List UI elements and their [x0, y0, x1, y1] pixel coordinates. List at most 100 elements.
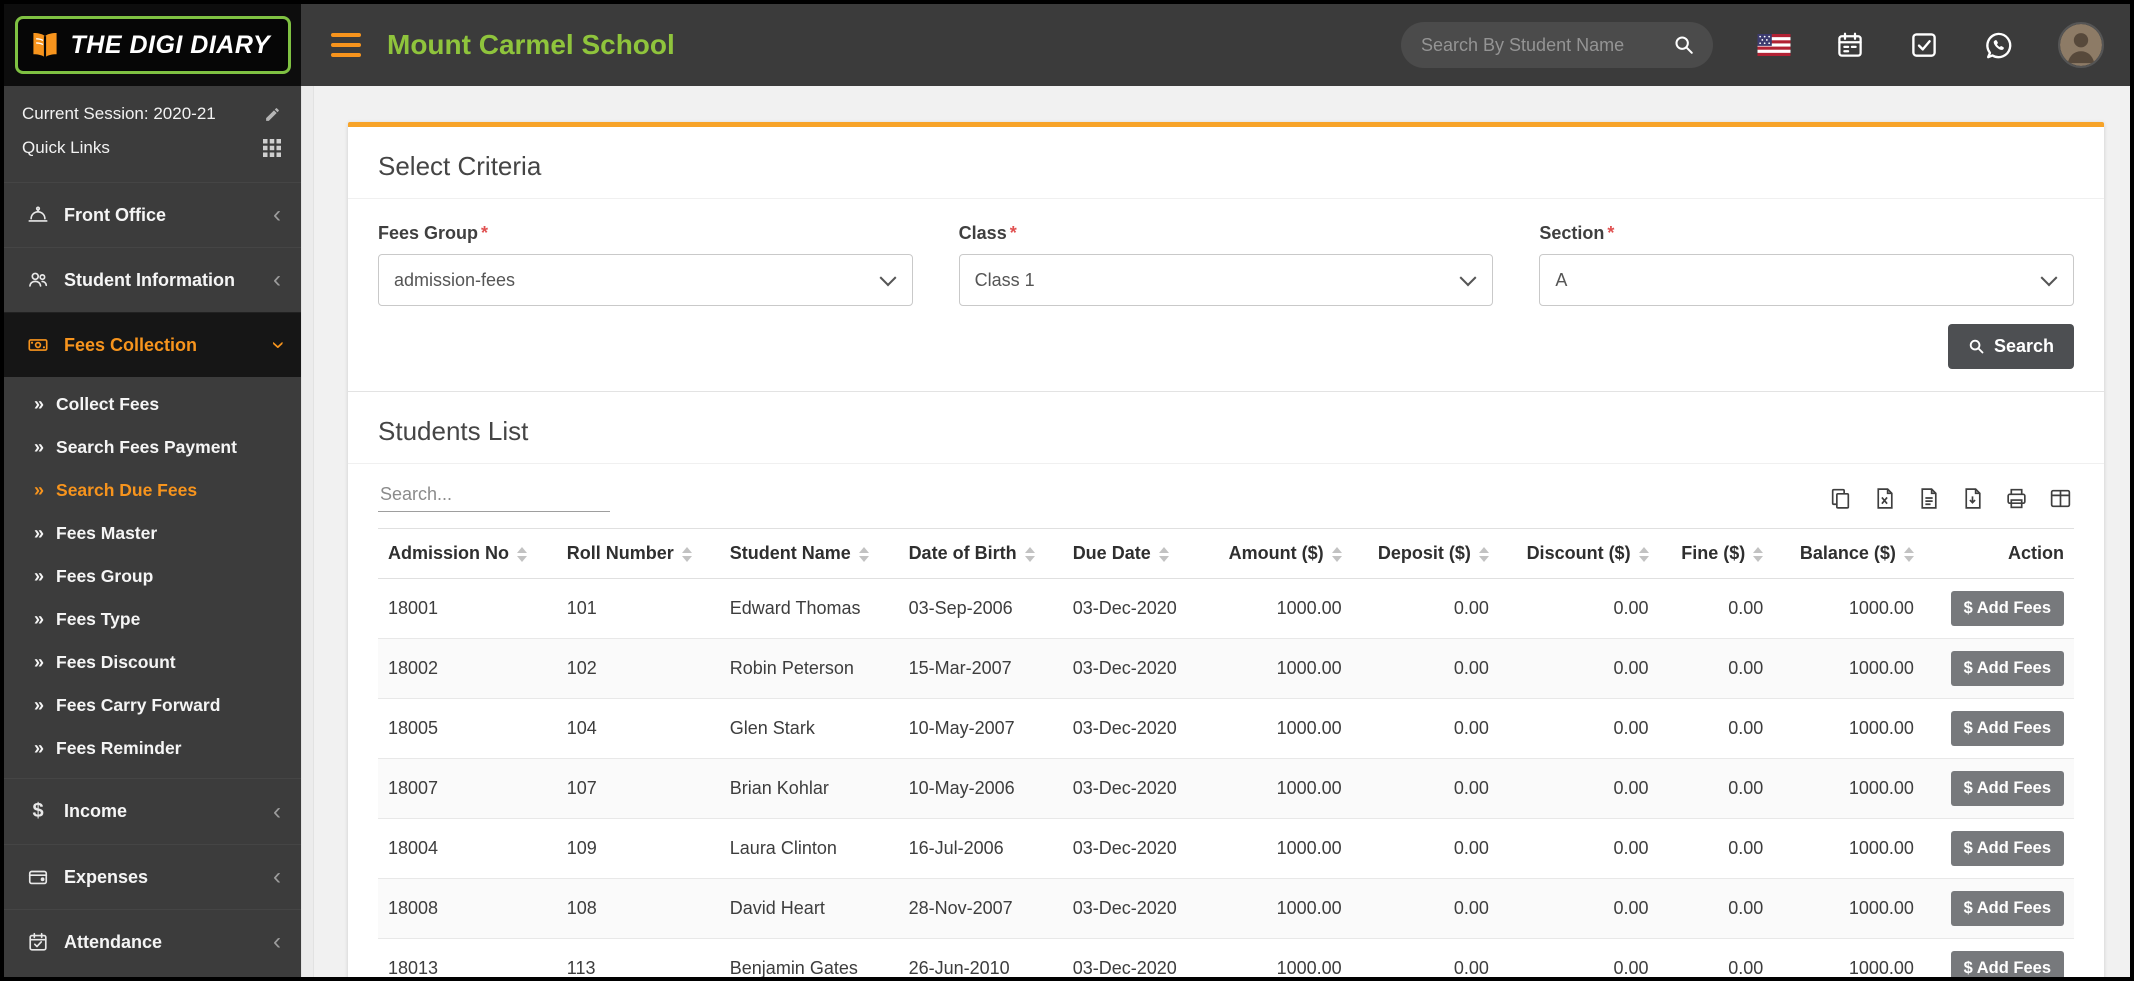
- submenu-item-fees-type[interactable]: » Fees Type: [4, 598, 301, 641]
- sort-caret-icon: [1331, 546, 1342, 562]
- required-asterisk: *: [1009, 223, 1017, 243]
- double-chevron-icon: »: [34, 394, 45, 414]
- submenu-item-search-due-fees[interactable]: » Search Due Fees: [4, 469, 301, 512]
- action-cell: $ Add Fees: [1923, 938, 2074, 977]
- double-chevron-icon: »: [34, 695, 45, 715]
- submenu-item-fees-discount[interactable]: » Fees Discount: [4, 641, 301, 684]
- export-icons: [1827, 485, 2074, 512]
- table-cell: 1000.00: [1773, 878, 1924, 939]
- column-label: Date of Birth: [908, 543, 1017, 563]
- double-chevron-icon: »: [34, 523, 45, 543]
- column-label: Admission No: [388, 543, 510, 563]
- sidebar-item-label: Expenses: [64, 866, 149, 887]
- fees-group-select[interactable]: admission-fees: [378, 254, 913, 306]
- print-icon[interactable]: [2003, 485, 2030, 512]
- table-cell: 0.00: [1498, 758, 1659, 819]
- sidebar-item-front-office[interactable]: Front Office ‹: [4, 182, 301, 247]
- action-cell: $ Add Fees: [1923, 878, 2074, 939]
- submenu-item-search-fees-payment[interactable]: » Search Fees Payment: [4, 426, 301, 469]
- sort-caret-icon: [858, 546, 869, 562]
- column-header-discount-[interactable]: Discount ($): [1498, 528, 1659, 579]
- session-label: Current Session: 2020-21: [22, 104, 216, 123]
- table-cell: 1000.00: [1773, 938, 1924, 977]
- table-row: 18008 108 David Heart 28-Nov-2007 03-Dec-202…: [378, 878, 2074, 939]
- app-logo[interactable]: THE DIGI DIARY: [14, 16, 291, 74]
- add-fees-button[interactable]: $ Add Fees: [1950, 591, 2064, 626]
- add-fees-button[interactable]: $ Add Fees: [1950, 771, 2064, 806]
- column-label: Student Name: [729, 543, 851, 563]
- column-header-roll-number[interactable]: Roll Number: [556, 528, 720, 579]
- column-header-deposit-[interactable]: Deposit ($): [1351, 528, 1499, 579]
- class-select[interactable]: Class 1: [958, 254, 1494, 306]
- sidebar-item-attendance[interactable]: Attendance ‹: [4, 909, 301, 974]
- table-row: 18013 113 Benjamin Gates 26-Jun-2010 03-Dec-…: [378, 938, 2074, 977]
- add-fees-button[interactable]: $ Add Fees: [1950, 951, 2064, 977]
- table-search-input[interactable]: [378, 480, 610, 512]
- column-label: Roll Number: [566, 543, 674, 563]
- criteria-header: Select Criteria: [348, 127, 2104, 199]
- add-fees-button[interactable]: $ Add Fees: [1950, 651, 2064, 686]
- column-header-student-name[interactable]: Student Name: [719, 528, 899, 579]
- submenu-item-label: Collect Fees: [56, 394, 160, 414]
- students-table: Admission No Roll Number Student Name Date …: [378, 528, 2074, 977]
- search-button[interactable]: Search: [1947, 324, 2074, 369]
- chevron-left-icon: ‹: [273, 266, 281, 293]
- double-chevron-icon: »: [34, 738, 45, 758]
- submenu-item-collect-fees[interactable]: » Collect Fees: [4, 383, 301, 426]
- edit-pencil-icon[interactable]: [264, 106, 281, 123]
- table-cell: 10-May-2007: [898, 698, 1063, 759]
- student-search-input[interactable]: [1421, 34, 1673, 56]
- column-header-action: Action: [1923, 528, 2074, 579]
- calendar-icon[interactable]: [1835, 30, 1865, 60]
- avatar[interactable]: [2058, 22, 2104, 68]
- table-cell: 03-Dec-2020: [1062, 878, 1203, 939]
- main-content: Select Criteria Fees Group * admission-fe…: [314, 86, 2130, 977]
- section-select[interactable]: A: [1539, 254, 2075, 306]
- excel-icon[interactable]: [1871, 485, 1898, 512]
- sidebar-scrollbar[interactable]: [301, 86, 314, 977]
- class-select-wrap: Class 1: [958, 254, 1494, 306]
- quick-links-label: Quick Links: [22, 138, 110, 157]
- column-header-fine-[interactable]: Fine ($): [1658, 528, 1774, 579]
- column-header-admission-no[interactable]: Admission No: [378, 528, 557, 579]
- table-cell: 0.00: [1498, 938, 1659, 977]
- add-fees-button[interactable]: $ Add Fees: [1950, 831, 2064, 866]
- add-fees-button[interactable]: $ Add Fees: [1950, 891, 2064, 926]
- table-cell: 18005: [378, 698, 557, 759]
- students-icon: [26, 269, 50, 291]
- submenu-item-fees-reminder[interactable]: » Fees Reminder: [4, 727, 301, 770]
- sidebar-item-fees-collection[interactable]: Fees Collection ‹: [4, 312, 301, 377]
- columns-icon[interactable]: [2047, 485, 2074, 512]
- column-header-balance-[interactable]: Balance ($): [1773, 528, 1924, 579]
- table-cell: Glen Stark: [719, 698, 899, 759]
- table-cell: 0.00: [1351, 818, 1499, 879]
- submenu-item-fees-carry-forward[interactable]: » Fees Carry Forward: [4, 684, 301, 727]
- column-header-due-date[interactable]: Due Date: [1062, 528, 1203, 579]
- submenu-item-fees-group[interactable]: » Fees Group: [4, 555, 301, 598]
- sidebar-nav: Front Office ‹ Student Information ‹ Fee…: [4, 182, 301, 974]
- criteria-form: Fees Group * admission-fees Class * Class …: [348, 199, 2104, 306]
- quick-links[interactable]: Quick Links: [4, 126, 301, 172]
- fees-group-label: Fees Group: [378, 223, 479, 243]
- whatsapp-icon[interactable]: [1983, 30, 2014, 61]
- search-icon[interactable]: [1673, 34, 1695, 56]
- sidebar-item-student-information[interactable]: Student Information ‹: [4, 247, 301, 312]
- tasks-icon[interactable]: [1909, 30, 1939, 60]
- column-header-amount-[interactable]: Amount ($): [1202, 528, 1352, 579]
- menu-toggle-icon[interactable]: [331, 33, 361, 57]
- table-cell: 0.00: [1351, 698, 1499, 759]
- us-flag-icon[interactable]: [1757, 34, 1791, 56]
- table-cell: Edward Thomas: [719, 578, 899, 639]
- pdf-icon[interactable]: [1959, 485, 1986, 512]
- sidebar-item-expenses[interactable]: Expenses ‹: [4, 844, 301, 909]
- csv-icon[interactable]: [1915, 485, 1942, 512]
- sort-caret-icon: [1158, 546, 1169, 562]
- sidebar: Current Session: 2020-21 Quick Links Fro…: [4, 86, 301, 977]
- sidebar-item-income[interactable]: $ Income ‹: [4, 778, 301, 844]
- column-header-date-of-birth[interactable]: Date of Birth: [898, 528, 1063, 579]
- add-fees-button[interactable]: $ Add Fees: [1950, 711, 2064, 746]
- table-cell: 1000.00: [1202, 938, 1352, 977]
- submenu-item-fees-master[interactable]: » Fees Master: [4, 512, 301, 555]
- table-cell: 0.00: [1658, 578, 1774, 639]
- copy-icon[interactable]: [1827, 485, 1854, 512]
